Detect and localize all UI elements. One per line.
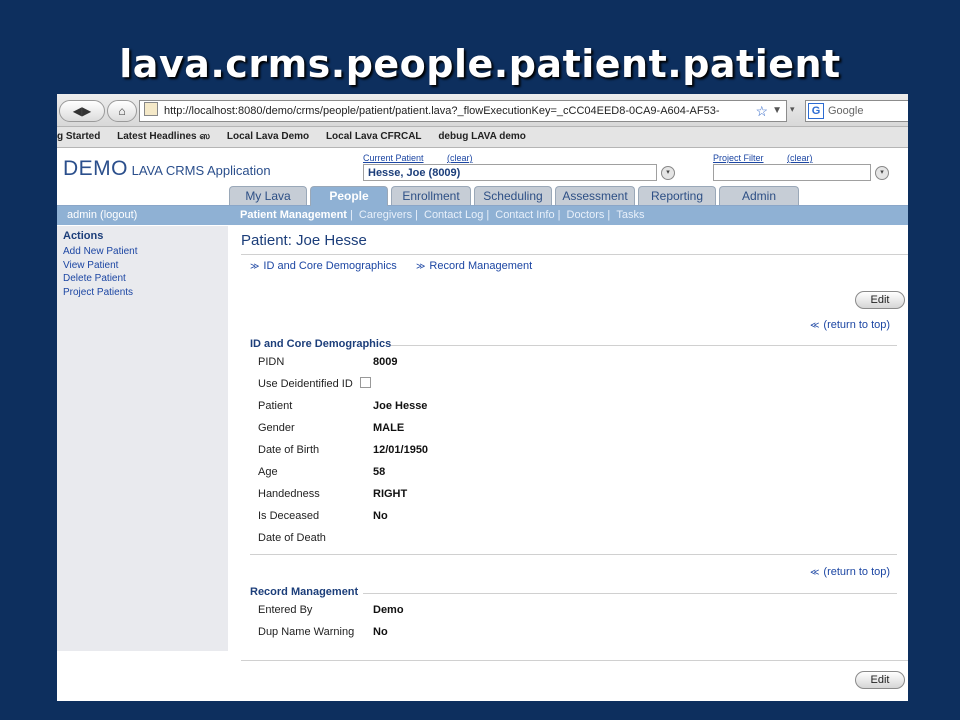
bookmarks-bar: g Started Latest Headlines ஸ Local Lava … [57,127,908,148]
return-to-top-link[interactable]: ≪ (return to top) [810,319,890,331]
return-to-top-link[interactable]: ≪ (return to top) [810,566,890,578]
field-label: Patient [258,400,293,412]
field-label: Is Deceased [258,510,320,522]
browser-toolbar: ◀▶ ⌂ http://localhost:8080/demo/crms/peo… [57,94,908,127]
project-filter-select-icon[interactable]: ▾ [875,166,889,180]
field-label: Handedness [258,488,320,500]
bookmark-item[interactable]: debug LAVA demo [438,131,526,142]
subnav-patient-management[interactable]: Patient Management [240,209,347,221]
project-filter-clear-link[interactable]: (clear) [787,153,813,163]
field-value-pidn: 8009 [373,356,398,368]
username: admin [67,209,97,221]
title-divider [241,254,908,255]
edit-button-bottom[interactable]: Edit [855,671,905,689]
subnav-contact-log[interactable]: Contact Log [424,209,483,221]
sidebar-item-add-new-patient[interactable]: Add New Patient [63,246,138,257]
sidebar-item-project-patients[interactable]: Project Patients [63,287,133,298]
subnav-tasks[interactable]: Tasks [616,209,644,221]
double-chevron-down-icon: ≫ [416,261,426,271]
anchor-id-demographics[interactable]: ≫ ID and Core Demographics [250,260,397,272]
current-patient-select-icon[interactable]: ▾ [661,166,675,180]
search-input[interactable]: G Google [805,100,908,122]
sidebar-item-view-patient[interactable]: View Patient [63,260,118,271]
tab-scheduling[interactable]: Scheduling [474,186,552,205]
tab-people[interactable]: People [310,186,388,206]
subnav-doctors[interactable]: Doctors [567,209,605,221]
section-record-management-title: Record Management [250,586,359,598]
sidebar-title: Actions [63,230,104,242]
subnav-links: Patient Management | Caregivers | Contact … [240,209,645,221]
section-end-divider [250,554,897,555]
double-chevron-down-icon: ≫ [250,261,260,271]
edit-button[interactable]: Edit [855,291,905,309]
footer-divider [241,660,908,661]
anchor-record-management[interactable]: ≫ Record Management [416,260,532,272]
favicon-icon [144,102,158,116]
search-placeholder: Google [828,105,864,117]
project-filter-field[interactable] [713,164,871,181]
field-value-handedness: RIGHT [373,488,408,500]
logout-link[interactable]: (logout) [100,209,137,221]
double-chevron-up-icon: ≪ [810,567,820,577]
browser-screenshot: ◀▶ ⌂ http://localhost:8080/demo/crms/peo… [57,94,908,701]
field-value-entered-by: Demo [373,604,404,616]
field-label: Age [258,466,278,478]
tab-assessment[interactable]: Assessment [555,186,635,205]
field-value-dup-name-warning: No [373,626,388,638]
url-dropdown-icon[interactable]: ▼ [772,101,782,121]
home-icon[interactable]: ⌂ [107,100,137,122]
field-value-age: 58 [373,466,386,478]
field-value-date-of-birth: 12/01/1950 [373,444,429,456]
current-patient-clear-link[interactable]: (clear) [447,153,473,163]
slide-title: lava.crms.people.patient.patient [119,42,841,86]
current-patient-field[interactable]: Hesse, Joe (8009) [363,164,657,181]
bookmark-item[interactable]: g Started [57,131,100,142]
tab-admin[interactable]: Admin [719,186,799,205]
field-value-is-deceased: No [373,510,388,522]
field-label: Use Deidentified ID [258,378,353,390]
logo-demo: DEMO [63,157,128,180]
main-tabs: My Lava People Enrollment Scheduling Ass… [57,185,908,206]
google-icon: G [808,103,824,119]
bookmark-item[interactable]: Latest Headlines ஸ [117,131,210,142]
section-divider [391,345,897,346]
double-chevron-up-icon: ≪ [810,320,820,330]
tab-enrollment[interactable]: Enrollment [391,186,471,205]
field-label: PIDN [258,356,285,368]
field-label: Dup Name Warning [258,626,355,638]
sidebar-item-delete-patient[interactable]: Delete Patient [63,273,126,284]
user-info: admin (logout) [67,206,137,225]
search-engine-dropdown-icon[interactable]: ▾ [790,104,795,115]
field-value-gender: MALE [373,422,405,434]
bookmark-item[interactable]: Local Lava CFRCAL [326,131,422,142]
field-label: Entered By [258,604,313,616]
field-label: Date of Death [258,532,326,544]
field-value-patient: Joe Hesse [373,400,428,412]
back-forward-icon[interactable]: ◀▶ [59,100,105,122]
bookmark-item[interactable]: Local Lava Demo [227,131,309,142]
url-text: http://localhost:8080/demo/crms/people/p… [164,105,720,117]
subnav-caregivers[interactable]: Caregivers [359,209,412,221]
url-bar[interactable]: http://localhost:8080/demo/crms/people/p… [139,100,787,122]
main-content: Patient: Joe Hesse ≫ ID and Core Demograp… [241,226,908,701]
subnav-contact-info[interactable]: Contact Info [495,209,554,221]
field-label: Gender [258,422,295,434]
tab-my-lava[interactable]: My Lava [229,186,307,205]
page-title: Patient: Joe Hesse [241,232,367,249]
bookmark-star-icon[interactable]: ☆ [755,101,768,121]
field-label: Date of Birth [258,444,320,456]
tab-reporting[interactable]: Reporting [638,186,716,205]
use-deidentified-id-checkbox[interactable] [360,377,371,388]
current-patient-label: Current Patient [363,153,424,163]
section-divider [363,593,897,594]
app-header: DEMO LAVA CRMS Application Current Patie… [57,148,908,184]
project-filter-label: Project Filter [713,153,764,163]
app-logo: DEMO LAVA CRMS Application [63,157,271,181]
sub-navigation: admin (logout) Patient Management | Careg… [57,206,908,225]
section-id-demographics-title: ID and Core Demographics [250,338,392,350]
logo-text: LAVA CRMS Application [131,163,271,178]
actions-sidebar: Actions Add New Patient View Patient Del… [57,226,228,651]
